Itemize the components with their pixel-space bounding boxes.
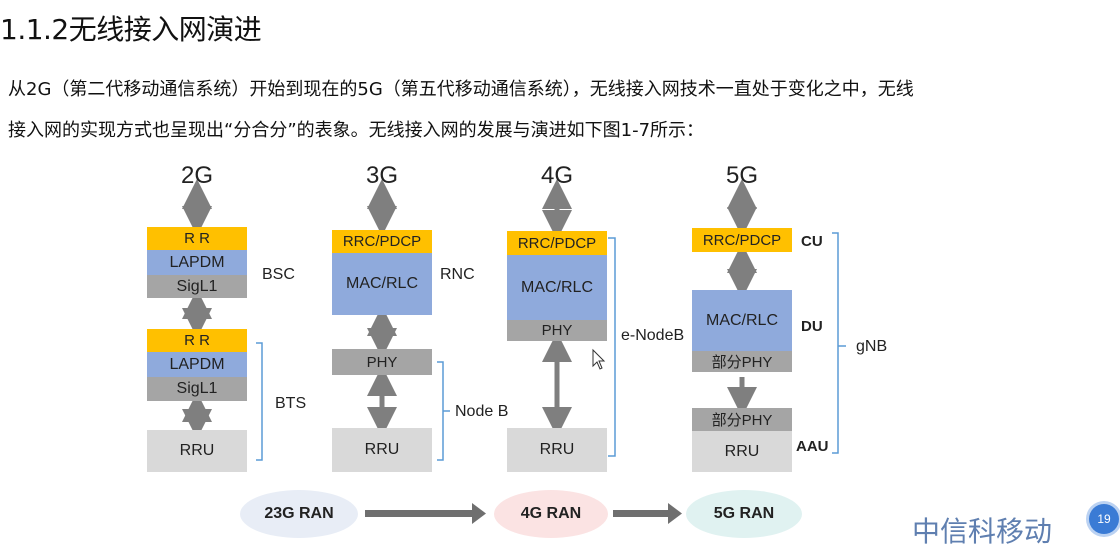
2g-bts-rr-block: R R: [147, 329, 247, 352]
page-number-badge: 19: [1089, 504, 1119, 534]
aau-label: AAU: [796, 438, 829, 455]
3g-mac-rlc-block: MAC/RLC: [332, 253, 432, 315]
bracket-enodeb: [608, 237, 616, 457]
bracket-gnb: [832, 232, 839, 454]
brand-logo-text: 中信科移动: [912, 515, 1053, 548]
5g-partial-phy-du-block: 部分PHY: [692, 351, 792, 372]
3g-rru-block: RRU: [332, 428, 432, 472]
ran-4g-oval: 4G RAN: [494, 490, 608, 538]
gnb-label: gNB: [856, 338, 888, 355]
3g-rrc-pdcp-block: RRC/PDCP: [332, 230, 432, 253]
4g-phy-block: PHY: [507, 320, 607, 341]
2g-bts-lapdm-block: LAPDM: [147, 352, 247, 377]
2g-rru-block: RRU: [147, 430, 247, 472]
gen-3g-label: 3G: [365, 162, 398, 189]
5g-rru-block: RRU: [692, 431, 792, 472]
du-label: DU: [801, 318, 823, 335]
bts-label: BTS: [275, 395, 307, 412]
ran-23g-oval: 23G RAN: [240, 490, 358, 538]
rnc-label: RNC: [440, 266, 475, 283]
2g-bsc-lapdm-block: LAPDM: [147, 250, 247, 275]
enodeb-label: e-NodeB: [621, 327, 685, 344]
bracket-bts: [256, 342, 263, 461]
2g-bsc-rr-block: R R: [147, 227, 247, 250]
2g-bsc-sigl1-block: SigL1: [147, 275, 247, 298]
5g-partial-phy-aau-block: 部分PHY: [692, 408, 792, 431]
5g-rrc-pdcp-block: RRC/PDCP: [692, 228, 792, 252]
bsc-label: BSC: [262, 266, 295, 283]
gen-5g-label: 5G: [725, 162, 758, 189]
gen-4g-label: 4G: [540, 162, 573, 189]
gen-2g-label: 2G: [180, 162, 213, 189]
2g-bts-sigl1-block: SigL1: [147, 377, 247, 401]
cu-label: CU: [801, 233, 823, 250]
nodeb-label: Node B: [455, 403, 509, 420]
3g-phy-block: PHY: [332, 349, 432, 375]
ran-5g-oval: 5G RAN: [686, 490, 802, 538]
5g-mac-rlc-block: MAC/RLC: [692, 290, 792, 351]
4g-mac-rlc-block: MAC/RLC: [507, 255, 607, 320]
4g-rru-block: RRU: [507, 428, 607, 472]
4g-rrc-pdcp-block: RRC/PDCP: [507, 231, 607, 255]
cursor-icon: [592, 348, 606, 370]
bracket-nodeb: [437, 361, 444, 461]
